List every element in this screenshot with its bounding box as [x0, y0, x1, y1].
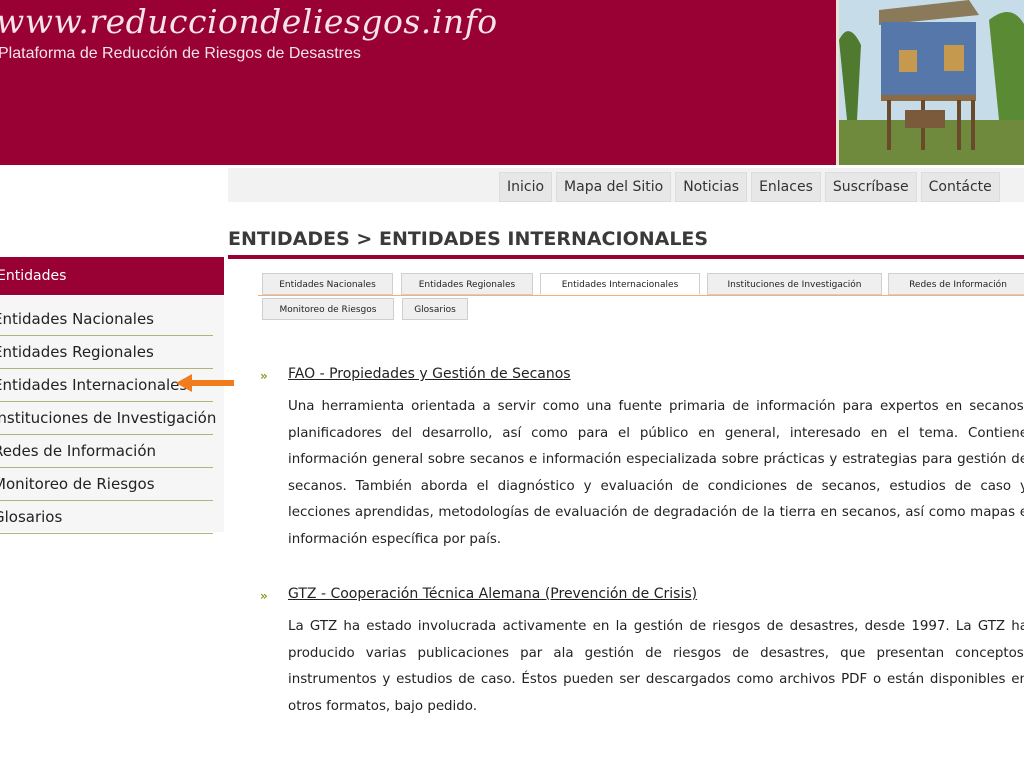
sidebar-item-label: Monitoreo de Riesgos — [0, 475, 155, 493]
nav-inicio[interactable]: Inicio — [499, 172, 553, 202]
sidebar-item-entidades-regionales[interactable]: Entidades Regionales — [0, 336, 213, 369]
nav-contacte[interactable]: Contácte — [920, 172, 1000, 202]
tab-entidades-nacionales[interactable]: Entidades Nacionales — [262, 273, 393, 295]
top-navigation: Inicio Mapa del Sitio Noticias Enlaces Suscr… — [499, 172, 1004, 202]
sidebar-item-glosarios[interactable]: Glosarios — [0, 501, 213, 534]
sidebar-item-label: Instituciones de Investigación — [0, 409, 217, 427]
title-divider — [228, 255, 1024, 259]
sidebar-item-label: Entidades Regionales — [0, 343, 154, 361]
sidebar-item-label: Entidades Nacionales — [0, 310, 154, 328]
header-house-photo — [836, 0, 1024, 165]
sidebar-item-instituciones-investigacion[interactable]: Instituciones de Investigación — [0, 402, 217, 435]
entry-description-fao: Una herramienta orientada a servir como … — [288, 399, 1024, 547]
entry-link-gtz[interactable]: GTZ - Cooperación Técnica Alemana (Preve… — [288, 586, 697, 602]
tab-entidades-internacionales[interactable]: Entidades Internacionales — [540, 273, 700, 295]
sidebar-item-label: Glosarios — [0, 508, 63, 526]
entry-description-gtz: La GTZ ha estado involucrada activamente… — [288, 619, 1024, 714]
double-chevron-right-icon: » — [260, 369, 268, 383]
site-url-logo[interactable]: www.reducciondeliesgos.info — [0, 2, 498, 41]
nav-suscribase[interactable]: Suscríbase — [824, 172, 917, 202]
sidebar-item-label: Redes de Información — [0, 442, 157, 460]
page-title: ENTIDADES > ENTIDADES INTERNACIONALES — [228, 228, 709, 250]
sidebar-item-label: Entidades Internacionales — [0, 376, 188, 394]
tab-divider — [258, 295, 1024, 296]
site-header: www.reducciondeliesgos.info Plataforma d… — [0, 0, 1024, 165]
sidebar-item-redes-informacion[interactable]: Redes de Información — [0, 435, 213, 468]
site-tagline: Plataforma de Reducción de Riesgos de De… — [0, 45, 361, 62]
nav-enlaces[interactable]: Enlaces — [751, 172, 821, 202]
tab-glosarios[interactable]: Glosarios — [402, 298, 468, 320]
tab-monitoreo-riesgos[interactable]: Monitoreo de Riesgos — [262, 298, 394, 320]
sidebar-title-label: Entidades — [0, 268, 67, 284]
tab-entidades-regionales[interactable]: Entidades Regionales — [401, 273, 533, 295]
sidebar-item-entidades-nacionales[interactable]: Entidades Nacionales — [0, 303, 213, 336]
sidebar-item-monitoreo-riesgos[interactable]: Monitoreo de Riesgos — [0, 468, 213, 501]
entry-link-fao[interactable]: FAO - Propiedades y Gestión de Secanos — [288, 366, 571, 382]
sidebar-menu: Entidades Nacionales Entidades Regionale… — [0, 303, 217, 534]
double-chevron-right-icon: » — [260, 589, 268, 603]
arrow-left-icon — [176, 374, 234, 396]
nav-noticias[interactable]: Noticias — [675, 172, 748, 202]
tab-redes-informacion[interactable]: Redes de Información — [888, 273, 1024, 295]
tab-instituciones-investigacion[interactable]: Instituciones de Investigación — [707, 273, 882, 295]
sidebar-title: Entidades — [0, 257, 224, 295]
nav-mapa-del-sitio[interactable]: Mapa del Sitio — [556, 172, 672, 202]
